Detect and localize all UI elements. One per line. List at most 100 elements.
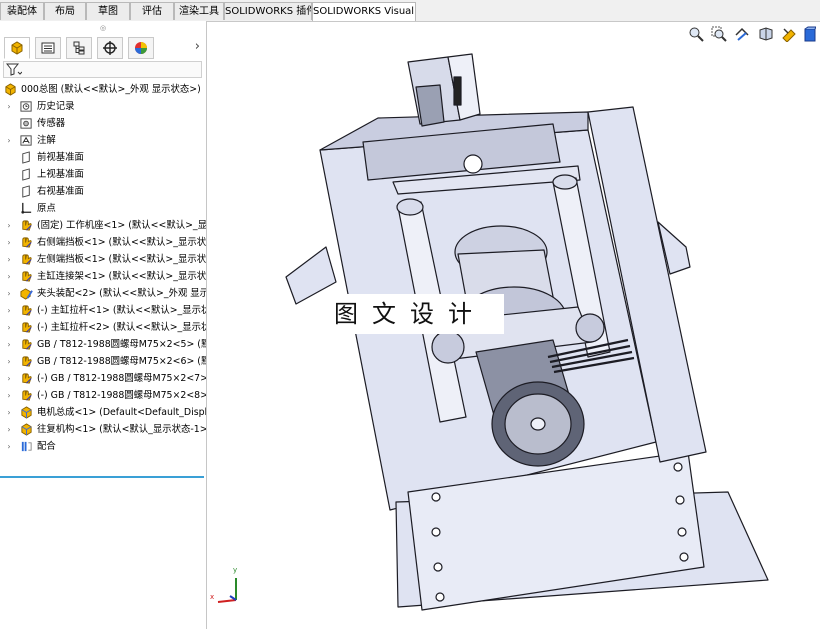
tree-item-label: (-) GB / T812-1988圆螺母M75×2<8>: [37, 390, 206, 401]
expand-chevron-icon[interactable]: ›: [5, 387, 13, 404]
tree-item-label: 原点: [37, 203, 56, 214]
watermark-text: 图文设计: [316, 294, 504, 334]
expand-chevron-icon[interactable]: ›: [5, 370, 13, 387]
tree-item-label: GB / T812-1988圆螺母M75×2<5> (默: [37, 339, 206, 350]
tree-item[interactable]: › (固定) 工作机座<1> (默认<<默认>_显示: [0, 217, 206, 234]
tree-item[interactable]: › 主缸连接架<1> (默认<<默认>_显示状: [0, 268, 206, 285]
tree-item-label: 夹头装配<2> (默认<<默认>_外观 显示: [37, 288, 206, 299]
model-view: [285, 53, 769, 611]
tab-render-tools[interactable]: 渲染工具: [174, 2, 224, 20]
command-manager-tabs: 装配体 布局 草图 评估 渲染工具 SOLIDWORKS 插件 SOLIDWOR…: [0, 0, 820, 22]
tree-item-label: 上视基准面: [37, 169, 84, 180]
part-icon: [22, 339, 32, 350]
part-icon: [22, 322, 32, 333]
mates-icon: [21, 441, 32, 452]
expand-chevron-icon[interactable]: ›: [5, 98, 13, 115]
plane-icon: [22, 151, 30, 164]
filter-icon: [6, 63, 22, 76]
tree-item-label: 传感器: [37, 118, 66, 129]
subassembly-icon: [21, 423, 32, 436]
configuration-manager-icon: [73, 41, 85, 55]
tree-item-label: 前视基准面: [37, 152, 84, 163]
tree-item-label: 电机总成<1> (Default<Default_Displa: [37, 407, 206, 418]
tree-item[interactable]: 前视基准面: [0, 149, 206, 166]
tree-item[interactable]: 传感器: [0, 115, 206, 132]
tree-item[interactable]: › 电机总成<1> (Default<Default_Displa: [0, 404, 206, 421]
part-icon: [22, 237, 32, 248]
expand-chevron-icon[interactable]: ›: [5, 404, 13, 421]
panel-tabs-more[interactable]: ›: [195, 39, 200, 54]
tree-item-label: (固定) 工作机座<1> (默认<<默认>_显示: [37, 220, 206, 231]
expand-chevron-icon[interactable]: ›: [5, 302, 13, 319]
tab-solidworks-visualize[interactable]: SOLIDWORKS Visualize: [312, 2, 416, 21]
tab-assembly[interactable]: 装配体: [0, 2, 44, 20]
dimxpert-tab[interactable]: [97, 37, 123, 59]
tree-item[interactable]: 上视基准面: [0, 166, 206, 183]
expand-chevron-icon[interactable]: ›: [5, 217, 13, 234]
tree-item[interactable]: › 配合: [0, 438, 206, 455]
expand-chevron-icon[interactable]: ›: [5, 319, 13, 336]
tree-item[interactable]: › (-) 主缸拉杆<2> (默认<<默认>_显示状: [0, 319, 206, 336]
tree-item[interactable]: › 右侧端挡板<1> (默认<<默认>_显示状: [0, 234, 206, 251]
tree-item[interactable]: › GB / T812-1988圆螺母M75×2<6> (默: [0, 353, 206, 370]
expand-chevron-icon[interactable]: ›: [5, 234, 13, 251]
property-manager-tab[interactable]: [35, 37, 61, 59]
tree-item[interactable]: › 夹头装配<2> (默认<<默认>_外观 显示: [0, 285, 206, 302]
expand-chevron-icon[interactable]: ›: [5, 438, 13, 455]
tree-item[interactable]: 右视基准面: [0, 183, 206, 200]
part-icon: [22, 356, 32, 367]
tree-item-label: 右视基准面: [37, 186, 84, 197]
graphics-area[interactable]: 图文设计 x y: [208, 22, 820, 629]
feature-manager-icon: [11, 41, 23, 55]
tree-item[interactable]: › (-) GB / T812-1988圆螺母M75×2<8>: [0, 387, 206, 404]
triad-x-label: x: [210, 593, 215, 601]
panel-grip[interactable]: ◎: [0, 24, 206, 33]
expand-chevron-icon[interactable]: ›: [5, 421, 13, 438]
tree-item-label: (-) 主缸拉杆<1> (默认<<默认>_显示状: [37, 305, 206, 316]
tree-item[interactable]: 原点: [0, 200, 206, 217]
tree-item-label: (-) GB / T812-1988圆螺母M75×2<7>: [37, 373, 206, 384]
tree-item-label: 注解: [37, 135, 56, 146]
panel-tabs: ›: [2, 35, 204, 61]
tree-item-label: GB / T812-1988圆螺母M75×2<6> (默: [37, 356, 206, 367]
part-icon: [22, 305, 32, 316]
feature-manager-panel: ◎ › 000总图 (默认<<默认>_外观 显示状态>) › 历史记录传感器 › 注解…: [0, 21, 207, 629]
tree-item[interactable]: › (-) GB / T812-1988圆螺母M75×2<7>: [0, 370, 206, 387]
annotation-icon: [20, 135, 32, 146]
actuator: [407, 53, 481, 127]
tree-item[interactable]: › 往复机构<1> (默认<默认_显示状态-1>): [0, 421, 206, 438]
tree-item[interactable]: › 历史记录: [0, 98, 206, 115]
tree-root-label: 000总图 (默认<<默认>_外观 显示状态>): [21, 84, 201, 95]
tree-item[interactable]: › 左侧端挡板<1> (默认<<默认>_显示状: [0, 251, 206, 268]
expand-chevron-icon[interactable]: ›: [5, 353, 13, 370]
tree-item[interactable]: › (-) 主缸拉杆<1> (默认<<默认>_显示状: [0, 302, 206, 319]
expand-chevron-icon[interactable]: ›: [5, 336, 13, 353]
tree-item-label: (-) 主缸拉杆<2> (默认<<默认>_显示状: [37, 322, 206, 333]
tree-item[interactable]: › GB / T812-1988圆螺母M75×2<5> (默: [0, 336, 206, 353]
part-icon: [22, 373, 32, 384]
plane-icon: [22, 168, 30, 181]
tree-item-label: 左侧端挡板<1> (默认<<默认>_显示状: [37, 254, 206, 265]
feature-filter[interactable]: [3, 61, 202, 78]
expand-chevron-icon[interactable]: ›: [5, 285, 13, 302]
tree-root[interactable]: 000总图 (默认<<默认>_外观 显示状态>): [0, 81, 206, 98]
origin-icon: [21, 202, 32, 214]
tree-item-label: 右侧端挡板<1> (默认<<默认>_显示状: [37, 237, 206, 248]
subassembly-icon: [21, 406, 32, 419]
display-manager-icon: [135, 42, 147, 54]
sensor-icon: [20, 118, 32, 129]
plane-icon: [22, 185, 30, 198]
expand-chevron-icon[interactable]: ›: [5, 132, 13, 149]
expand-chevron-icon[interactable]: ›: [5, 251, 13, 268]
assembly-icon: [5, 83, 16, 96]
tab-sketch[interactable]: 草图: [86, 2, 130, 20]
tab-evaluate[interactable]: 评估: [130, 2, 174, 20]
part-icon: [22, 271, 32, 282]
feature-manager-tab[interactable]: [4, 37, 30, 59]
tab-layout[interactable]: 布局: [44, 2, 86, 20]
tab-solidworks-addins[interactable]: SOLIDWORKS 插件: [224, 2, 312, 20]
expand-chevron-icon[interactable]: ›: [5, 268, 13, 285]
display-manager-tab[interactable]: [128, 37, 154, 59]
configuration-manager-tab[interactable]: [66, 37, 92, 59]
tree-item[interactable]: › 注解: [0, 132, 206, 149]
